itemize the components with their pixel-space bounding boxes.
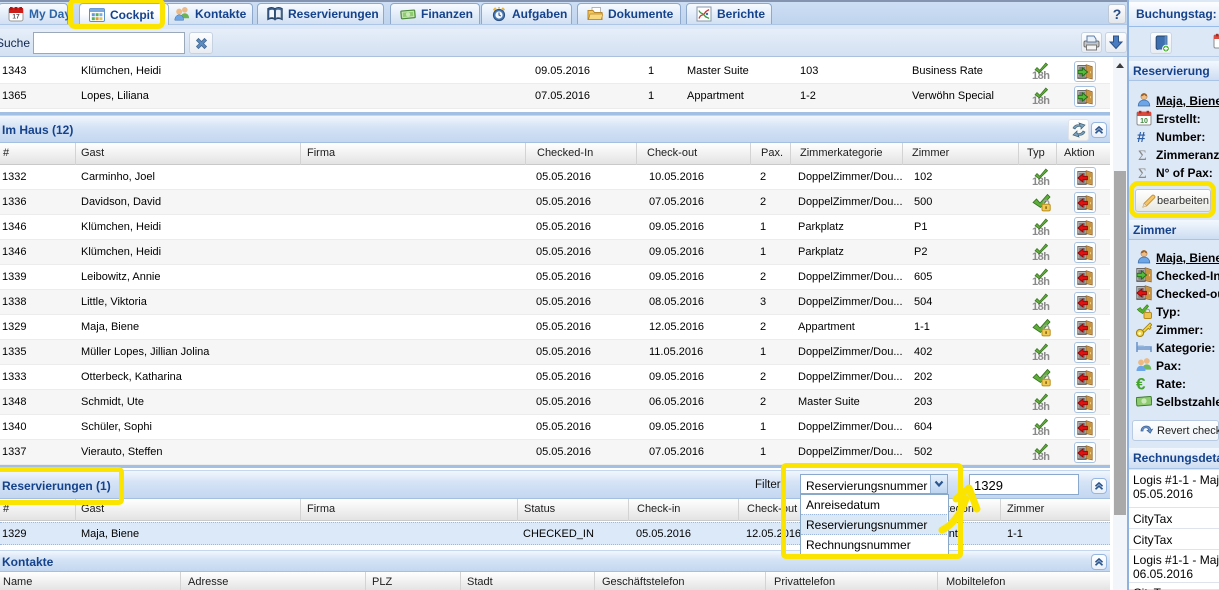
- svg-text:17: 17: [12, 14, 20, 21]
